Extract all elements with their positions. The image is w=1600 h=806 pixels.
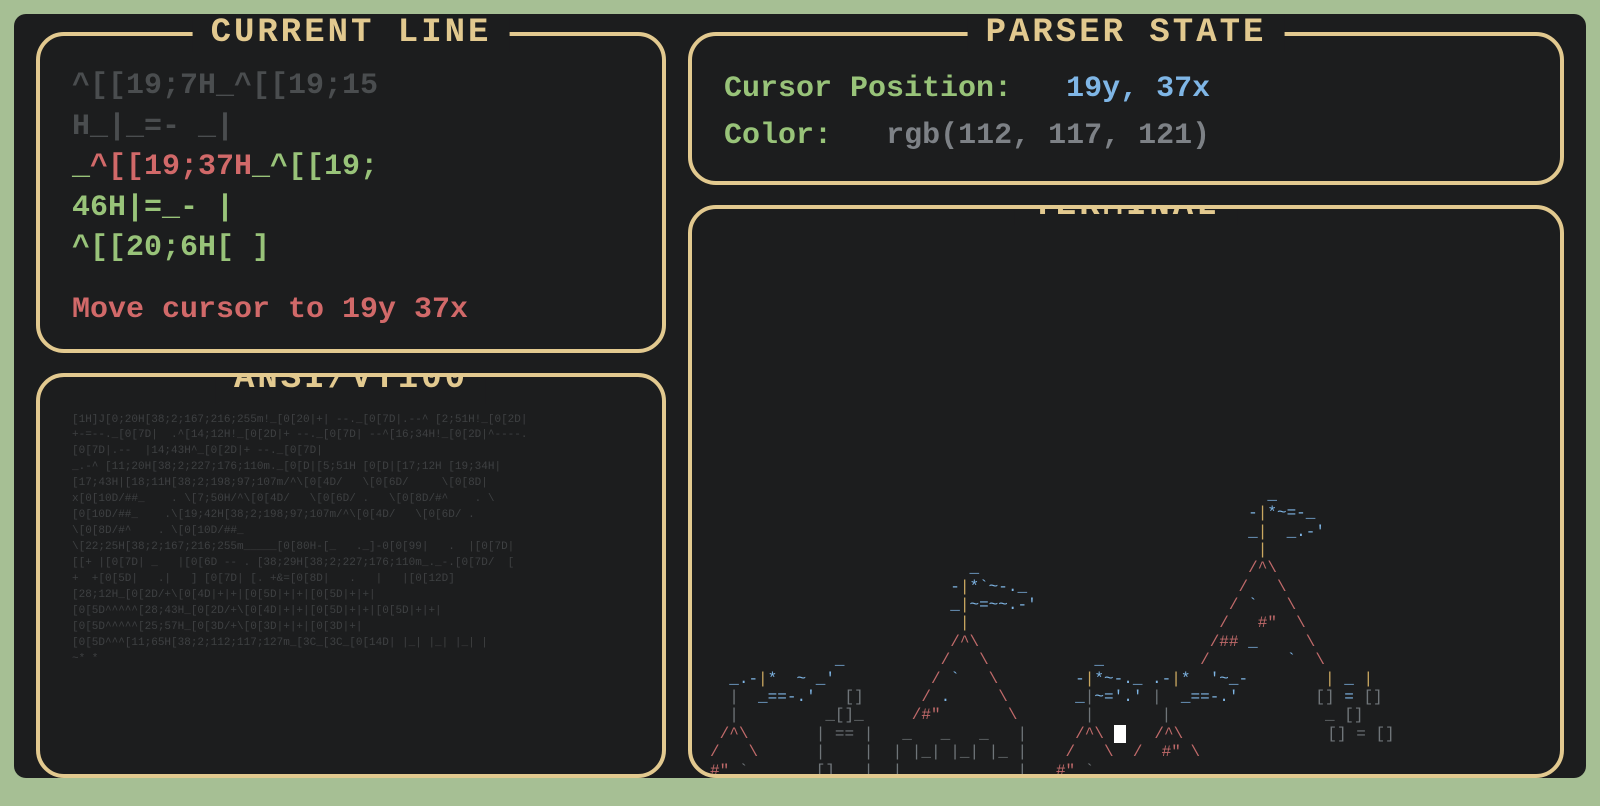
color-label: Color:	[724, 119, 832, 153]
color-value: rgb(112, 117, 121)	[886, 119, 1210, 153]
current-line-stream: ^[[19;7H_^[[19;15 H_|_=- _| _^[[19;37H_^…	[72, 66, 630, 269]
panel-title-ansi: ANSI/VT100	[216, 373, 486, 404]
parser-color-row: Color: rgb(112, 117, 121)	[724, 113, 1528, 160]
active-seg-prefix: _	[72, 150, 90, 184]
prev-line-1: ^[[19;7H_^[[19;15	[72, 66, 630, 107]
parser-state-panel: PARSER STATE Cursor Position: 19y, 37x C…	[688, 32, 1564, 185]
panel-title-current-line: CURRENT LINE	[193, 14, 510, 52]
terminal-panel[interactable]: TERMINAL _ -|*~=-_ _| _.-	[688, 205, 1564, 778]
current-line-panel: CURRENT LINE ^[[19;7H_^[[19;15 H_|_=- _|…	[36, 32, 666, 353]
active-escape-sequence: ^[[19;37H	[90, 150, 252, 184]
prev-line-2: H_|_=- _|	[72, 107, 630, 148]
cursor-position-value: 19y, 37x	[1066, 72, 1210, 106]
terminal-ascii-art: _ -|*~=-_ _| _.-' |	[710, 486, 1542, 778]
active-line-b: 46H|=_- |	[72, 188, 630, 229]
cursor-position-label: Cursor Position:	[724, 72, 1012, 106]
escape-explanation: Move cursor to 19y 37x	[72, 293, 630, 327]
terminal-cursor	[1114, 725, 1126, 743]
panel-title-terminal: TERMINAL	[1014, 205, 1237, 225]
left-column: CURRENT LINE ^[[19;7H_^[[19;15 H_|_=- _|…	[36, 32, 666, 778]
active-seg-suffix: _^[[19;	[252, 150, 378, 184]
app-screen: CURRENT LINE ^[[19;7H_^[[19;15 H_|_=- _|…	[14, 14, 1586, 778]
active-line-a: _^[[19;37H_^[[19;	[72, 147, 630, 188]
parser-cursor-row: Cursor Position: 19y, 37x	[724, 66, 1528, 113]
ansi-raw-dump: [1H]J[0;20H[38;2;167;216;255m!_[0[20|+| …	[72, 407, 630, 668]
ansi-dump-panel: ANSI/VT100 [1H]J[0;20H[38;2;167;216;255m…	[36, 373, 666, 779]
right-column: PARSER STATE Cursor Position: 19y, 37x C…	[688, 32, 1564, 778]
active-line-c: ^[[20;6H[ ]	[72, 228, 630, 269]
panel-title-parser-state: PARSER STATE	[968, 14, 1285, 52]
